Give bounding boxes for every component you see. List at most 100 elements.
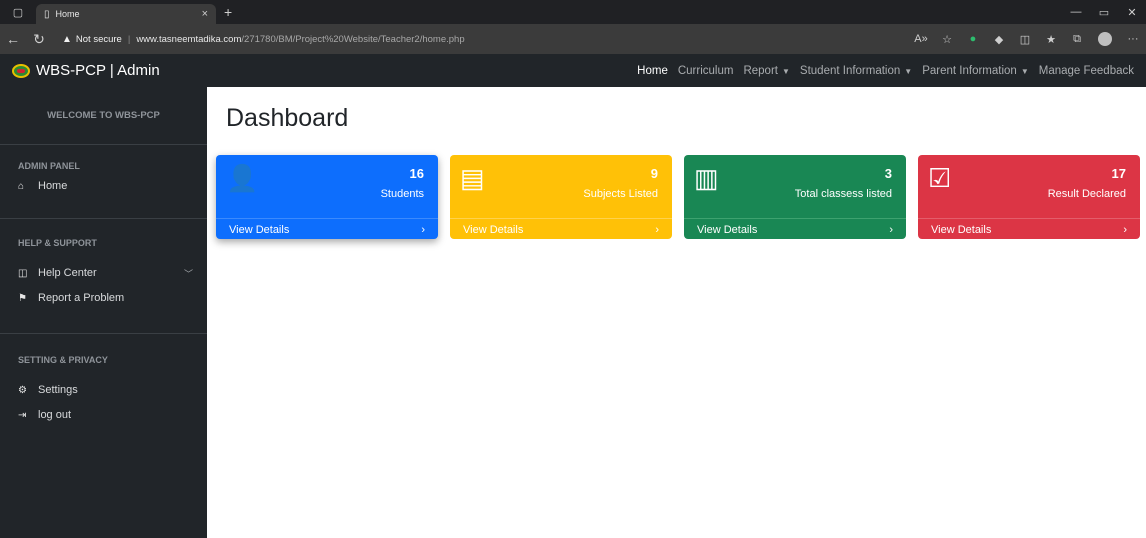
students-label: Students: [380, 188, 424, 200]
back-icon[interactable]: ←: [0, 31, 26, 47]
sidebar-item-report-problem-label: Report a Problem: [38, 292, 125, 304]
nav-student-information-dropdown[interactable]: Student Information ▼: [800, 65, 912, 77]
favorite-icon[interactable]: ☆: [934, 33, 960, 46]
logout-icon: ⇥: [18, 409, 27, 421]
students-view-details-link[interactable]: View Details ›: [216, 218, 438, 239]
browser-tab[interactable]: ▯ Home ×: [36, 4, 216, 24]
sidebar-item-help-center[interactable]: ◫ Help Center ﹀: [0, 262, 207, 284]
sidebar-item-home[interactable]: ⌂ Home: [0, 175, 207, 197]
more-icon[interactable]: ···: [1120, 33, 1146, 45]
tab-close-icon[interactable]: ×: [202, 8, 208, 20]
sidebar-item-home-label: Home: [38, 180, 68, 192]
view-details-label: View Details: [229, 223, 290, 236]
results-label: Result Declared: [1047, 188, 1126, 200]
app-navbar: WBS-PCP | Admin Home Curriculum Report ▼ …: [0, 54, 1146, 87]
students-count: 16: [409, 166, 424, 181]
tab-title: Home: [55, 9, 80, 19]
sidebar-item-settings[interactable]: ⚙ Settings: [0, 379, 207, 401]
stat-cards: 👤 16 Students View Details › ▤ 9 Subject…: [216, 155, 1140, 239]
page-title: Dashboard: [226, 104, 349, 132]
classes-count: 3: [884, 166, 892, 181]
sidebar-welcome: WELCOME TO WBS-PCP: [0, 87, 207, 145]
nav-links: Home Curriculum Report ▼ Student Informat…: [627, 65, 1134, 77]
clipboard-check-icon: ☑: [928, 163, 952, 193]
refresh-icon[interactable]: ↻: [26, 31, 52, 48]
sidebar-item-logout-label: log out: [38, 409, 72, 421]
sidebar-item-report-problem[interactable]: ⚑ Report a Problem: [0, 287, 207, 309]
view-details-label: View Details: [697, 223, 758, 236]
nav-curriculum-label: Curriculum: [677, 64, 734, 77]
browser-tab-bar: ▢ ▯ Home × + — ▭ ✕: [0, 0, 1146, 24]
url-field[interactable]: ▲ Not secure | www.tasneemtadika.com /27…: [62, 28, 522, 50]
chevron-right-icon: ›: [655, 223, 659, 236]
split-screen-icon[interactable]: ◫: [1012, 33, 1038, 46]
warning-icon: ▲: [62, 33, 72, 45]
nav-report-dropdown[interactable]: Report ▼: [743, 65, 789, 77]
section-heading-setting-privacy: SETTING & PRIVACY: [18, 355, 108, 365]
nav-manage-feedback[interactable]: Manage Feedback: [1039, 65, 1134, 77]
tab-actions-icon[interactable]: ▢: [0, 0, 36, 24]
chevron-right-icon: ›: [421, 223, 425, 236]
close-window-icon[interactable]: ✕: [1118, 6, 1146, 19]
brand-title: WBS-PCP | Admin: [36, 62, 160, 79]
profile-icon[interactable]: [1098, 32, 1112, 46]
main-content: Dashboard 👤 16 Students View Details › ▤…: [207, 87, 1146, 538]
subjects-card: ▤ 9 Subjects Listed View Details ›: [450, 155, 672, 239]
brand-logo-icon: [12, 63, 30, 78]
read-aloud-icon[interactable]: A»: [908, 33, 934, 45]
subjects-view-details-link[interactable]: View Details ›: [450, 218, 672, 239]
sidebar: WELCOME TO WBS-PCP ADMIN PANEL ⌂ Home HE…: [0, 87, 207, 538]
brand[interactable]: WBS-PCP | Admin: [12, 62, 160, 79]
nav-home[interactable]: Home: [637, 65, 668, 77]
view-details-label: View Details: [463, 223, 524, 236]
extension-icon[interactable]: ●: [960, 33, 986, 45]
collections-icon[interactable]: ⧉: [1064, 33, 1090, 46]
home-icon: ⌂: [18, 180, 25, 192]
caret-down-icon: ▼: [904, 66, 913, 76]
user-check-icon: 👤: [226, 163, 259, 193]
nav-student-information-label: Student Information: [799, 64, 901, 77]
page-icon: ▯: [44, 8, 50, 20]
view-details-label: View Details: [931, 223, 992, 236]
browser-address-bar: ← ↻ ▲ Not secure | www.tasneemtadika.com…: [0, 24, 1146, 54]
not-secure-label: Not secure: [75, 33, 122, 45]
caret-down-icon: ▼: [781, 66, 790, 76]
sidebar-item-logout[interactable]: ⇥ log out: [0, 404, 207, 426]
classes-card: ▥ 3 Total classess listed View Details ›: [684, 155, 906, 239]
chevron-right-icon: ›: [1123, 223, 1127, 236]
book-icon: ◫: [18, 267, 28, 279]
classes-label: Total classess listed: [794, 188, 892, 200]
sidebar-item-settings-label: Settings: [38, 384, 78, 396]
url-separator: |: [127, 33, 131, 45]
extension-icon[interactable]: ◆: [986, 33, 1012, 46]
section-heading-help-support: HELP & SUPPORT: [18, 238, 97, 248]
notebooks-icon: ▤: [460, 163, 485, 193]
nav-curriculum[interactable]: Curriculum: [678, 65, 734, 77]
buildings-icon: ▥: [694, 163, 719, 193]
new-tab-button[interactable]: +: [224, 4, 232, 20]
caret-down-icon: ▼: [1020, 66, 1029, 76]
restore-icon[interactable]: ▭: [1090, 6, 1118, 19]
sidebar-item-help-center-label: Help Center: [38, 267, 97, 279]
results-view-details-link[interactable]: View Details ›: [918, 218, 1140, 239]
flag-icon: ⚑: [18, 292, 27, 304]
nav-report-label: Report: [743, 64, 778, 77]
classes-view-details-link[interactable]: View Details ›: [684, 218, 906, 239]
minimize-icon[interactable]: —: [1062, 6, 1090, 18]
favorites-icon[interactable]: ★: [1038, 33, 1064, 46]
url-host: www.tasneemtadika.com: [136, 33, 242, 45]
nav-home-label: Home: [637, 64, 668, 77]
nav-manage-feedback-label: Manage Feedback: [1038, 64, 1134, 77]
results-card: ☑ 17 Result Declared View Details ›: [918, 155, 1140, 239]
subjects-label: Subjects Listed: [583, 188, 658, 200]
subjects-count: 9: [650, 166, 658, 181]
chevron-right-icon: ›: [889, 223, 893, 236]
results-count: 17: [1111, 166, 1126, 181]
chevron-down-icon: ﹀: [183, 268, 193, 279]
nav-parent-information-label: Parent Information: [922, 64, 1017, 77]
section-heading-admin-panel: ADMIN PANEL: [18, 161, 80, 171]
students-card: 👤 16 Students View Details ›: [216, 155, 438, 239]
url-path: /271780/BM/Project%20Website/Teacher2/ho…: [241, 33, 465, 45]
nav-parent-information-dropdown[interactable]: Parent Information ▼: [922, 65, 1029, 77]
gear-icon: ⚙: [18, 384, 27, 396]
